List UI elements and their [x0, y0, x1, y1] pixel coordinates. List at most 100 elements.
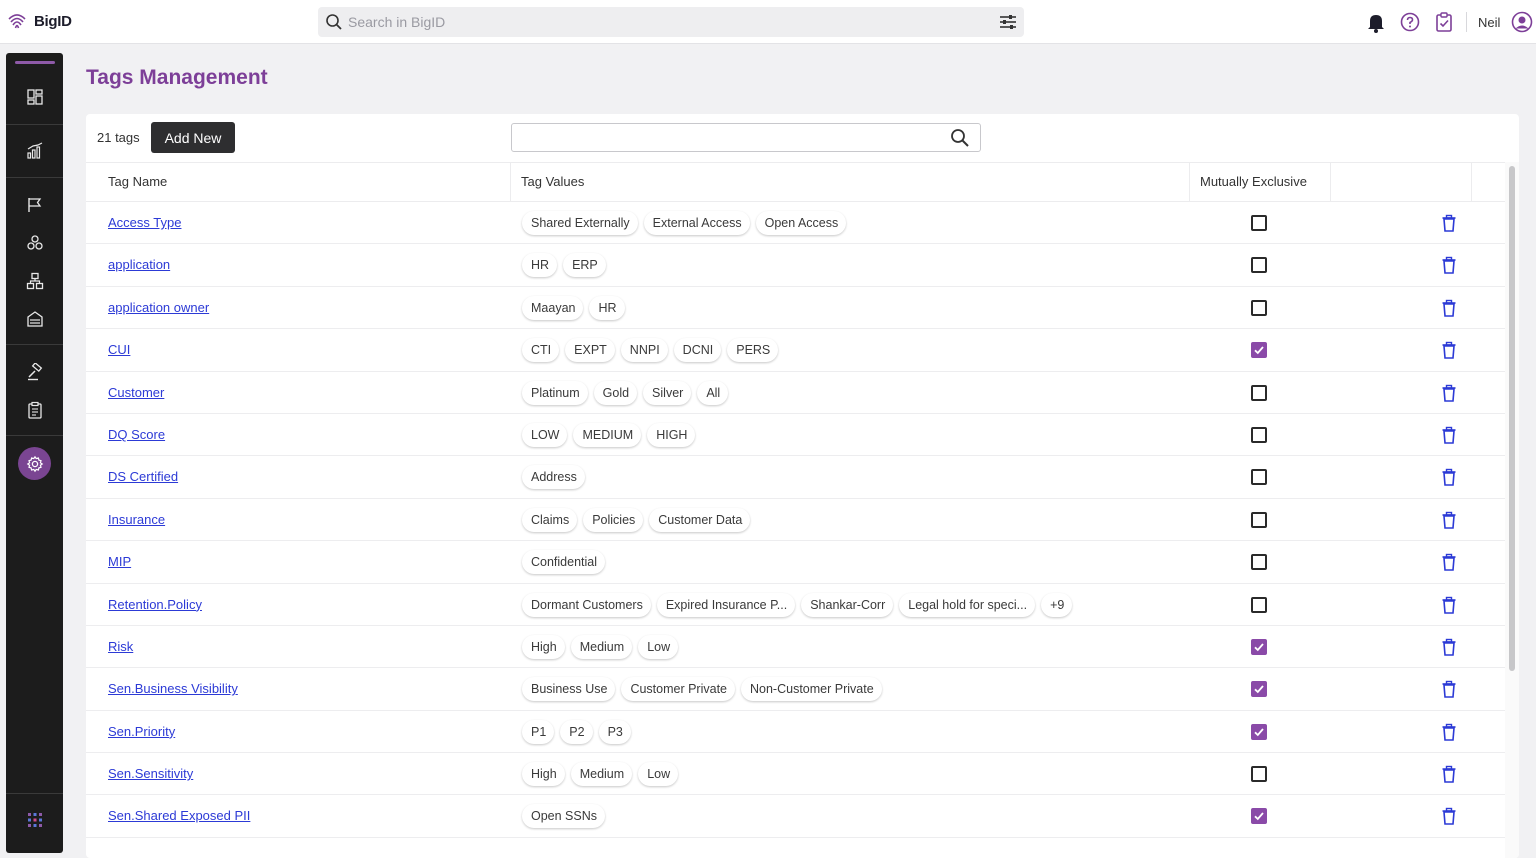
delete-trash-icon[interactable]	[1440, 256, 1458, 275]
tag-value-chip[interactable]: Policies	[583, 507, 644, 532]
delete-trash-icon[interactable]	[1440, 384, 1458, 402]
mutually-exclusive-checkbox[interactable]	[1251, 681, 1267, 698]
bell-icon[interactable]	[1365, 11, 1387, 33]
tag-name-link[interactable]: application	[108, 257, 170, 272]
delete-trash-icon[interactable]	[1440, 553, 1458, 571]
tag-name-link[interactable]: Access Type	[108, 215, 181, 230]
tag-value-chip[interactable]: Shankar-Corr	[801, 592, 894, 617]
tag-value-chip[interactable]: Claims	[522, 507, 578, 532]
tag-value-chip[interactable]: Address	[522, 465, 585, 490]
delete-trash-icon[interactable]	[1440, 765, 1458, 783]
delete-trash-icon[interactable]	[1440, 807, 1458, 826]
table-scrollbar[interactable]	[1505, 162, 1519, 858]
delete-trash-icon[interactable]	[1440, 680, 1458, 699]
mutually-exclusive-checkbox[interactable]	[1251, 596, 1267, 613]
delete-trash-icon[interactable]	[1440, 299, 1458, 317]
search-icon[interactable]	[950, 128, 970, 148]
tag-value-chip[interactable]: Customer Private	[621, 677, 735, 702]
help-icon[interactable]	[1399, 11, 1421, 33]
tag-value-chip[interactable]: HR	[522, 253, 558, 278]
tag-name-link[interactable]: Sen.Sensitivity	[108, 766, 193, 781]
tags-search-input[interactable]	[520, 128, 940, 148]
delete-trash-icon[interactable]	[1440, 341, 1458, 359]
tag-value-chip[interactable]: P1	[522, 719, 555, 744]
logo[interactable]: BigID	[6, 10, 72, 32]
tag-name-link[interactable]: Sen.Priority	[108, 724, 175, 739]
mutually-exclusive-checkbox[interactable]	[1251, 511, 1267, 528]
sidebar-item-clusters[interactable]	[6, 225, 63, 261]
sidebar-item-apps[interactable]	[6, 802, 63, 838]
mutually-exclusive-checkbox[interactable]	[1251, 554, 1267, 571]
mutually-exclusive-checkbox[interactable]	[1251, 257, 1267, 274]
mutually-exclusive-checkbox[interactable]	[1251, 299, 1267, 316]
delete-trash-icon[interactable]	[1440, 511, 1458, 529]
mutually-exclusive-checkbox[interactable]	[1251, 342, 1267, 359]
tag-value-chip[interactable]: Business Use	[522, 677, 616, 702]
mutually-exclusive-checkbox[interactable]	[1251, 426, 1267, 443]
tag-name-link[interactable]: MIP	[108, 554, 131, 569]
tag-value-chip[interactable]: Open SSNs	[522, 804, 606, 829]
mutually-exclusive-checkbox[interactable]	[1251, 215, 1267, 231]
task-checklist-icon[interactable]	[1433, 11, 1455, 33]
tag-value-chip[interactable]: Maayan	[522, 295, 584, 320]
sidebar-item-inventory[interactable]	[6, 301, 63, 337]
mutually-exclusive-checkbox[interactable]	[1251, 808, 1267, 825]
tag-name-link[interactable]: Risk	[108, 639, 133, 654]
tag-value-chip[interactable]: Expired Insurance P...	[656, 592, 796, 617]
tag-value-chip[interactable]: HIGH	[647, 422, 696, 447]
add-new-button[interactable]: Add New	[151, 122, 235, 153]
delete-trash-icon[interactable]	[1440, 638, 1458, 656]
tag-value-chip[interactable]: Confidential	[522, 550, 606, 575]
tag-value-chip[interactable]: All	[697, 380, 729, 405]
sidebar-item-hierarchy[interactable]	[6, 263, 63, 299]
mutually-exclusive-checkbox[interactable]	[1251, 384, 1267, 401]
tag-value-chip[interactable]: Gold	[593, 380, 638, 405]
tag-value-chip[interactable]: Customer Data	[649, 507, 751, 532]
tag-value-chip[interactable]: External Access	[643, 211, 750, 235]
tag-value-chip[interactable]: Low	[638, 634, 679, 659]
sidebar-item-audit[interactable]	[6, 392, 63, 428]
tag-value-chip[interactable]: DCNI	[673, 338, 722, 363]
global-search-input[interactable]	[348, 11, 988, 33]
mutually-exclusive-checkbox[interactable]	[1251, 766, 1267, 783]
mutually-exclusive-checkbox[interactable]	[1251, 638, 1267, 655]
tag-value-chip[interactable]: Dormant Customers	[522, 592, 651, 617]
delete-trash-icon[interactable]	[1440, 214, 1458, 232]
tag-value-chip[interactable]: P3	[598, 719, 631, 744]
scrollbar-thumb[interactable]	[1509, 166, 1515, 671]
tag-value-chip[interactable]: CTI	[522, 338, 560, 363]
column-header-mutually-exclusive[interactable]: Mutually Exclusive	[1189, 163, 1307, 201]
tag-name-link[interactable]: CUI	[108, 342, 130, 357]
tag-value-chip[interactable]: Low	[638, 762, 679, 787]
column-header-tag-values[interactable]: Tag Values	[510, 163, 584, 201]
sidebar-item-reports[interactable]	[6, 133, 63, 169]
tag-value-chip[interactable]: Platinum	[522, 380, 588, 405]
tag-value-chip[interactable]: +9	[1041, 592, 1073, 617]
mutually-exclusive-checkbox[interactable]	[1251, 469, 1267, 486]
tag-value-chip[interactable]: NNPI	[620, 338, 668, 363]
sidebar-item-dashboard[interactable]	[6, 79, 63, 115]
tag-value-chip[interactable]: LOW	[522, 422, 568, 447]
tag-value-chip[interactable]: HR	[589, 295, 625, 320]
tag-value-chip[interactable]: High	[522, 762, 565, 787]
tag-name-link[interactable]: DS Certified	[108, 469, 178, 484]
tag-value-chip[interactable]: Non-Customer Private	[741, 677, 882, 702]
tag-value-chip[interactable]: Legal hold for speci...	[899, 592, 1036, 617]
tag-name-link[interactable]: Retention.Policy	[108, 597, 202, 612]
tag-name-link[interactable]: DQ Score	[108, 427, 165, 442]
sidebar-item-settings[interactable]	[18, 447, 51, 480]
tag-name-link[interactable]: Customer	[108, 385, 164, 400]
tag-value-chip[interactable]: Medium	[570, 762, 633, 787]
tag-value-chip[interactable]: High	[522, 634, 565, 659]
tag-value-chip[interactable]: EXPT	[565, 338, 615, 363]
user-avatar-icon[interactable]	[1511, 11, 1533, 33]
sidebar-item-flags[interactable]	[6, 187, 63, 223]
sidebar-item-remediation[interactable]	[6, 354, 63, 390]
tag-name-link[interactable]: Insurance	[108, 512, 165, 527]
delete-trash-icon[interactable]	[1440, 426, 1458, 444]
filter-sliders-icon[interactable]	[998, 13, 1018, 31]
delete-trash-icon[interactable]	[1440, 468, 1458, 487]
tag-name-link[interactable]: Sen.Business Visibility	[108, 681, 238, 696]
tag-name-link[interactable]: application owner	[108, 300, 209, 315]
mutually-exclusive-checkbox[interactable]	[1251, 723, 1267, 740]
